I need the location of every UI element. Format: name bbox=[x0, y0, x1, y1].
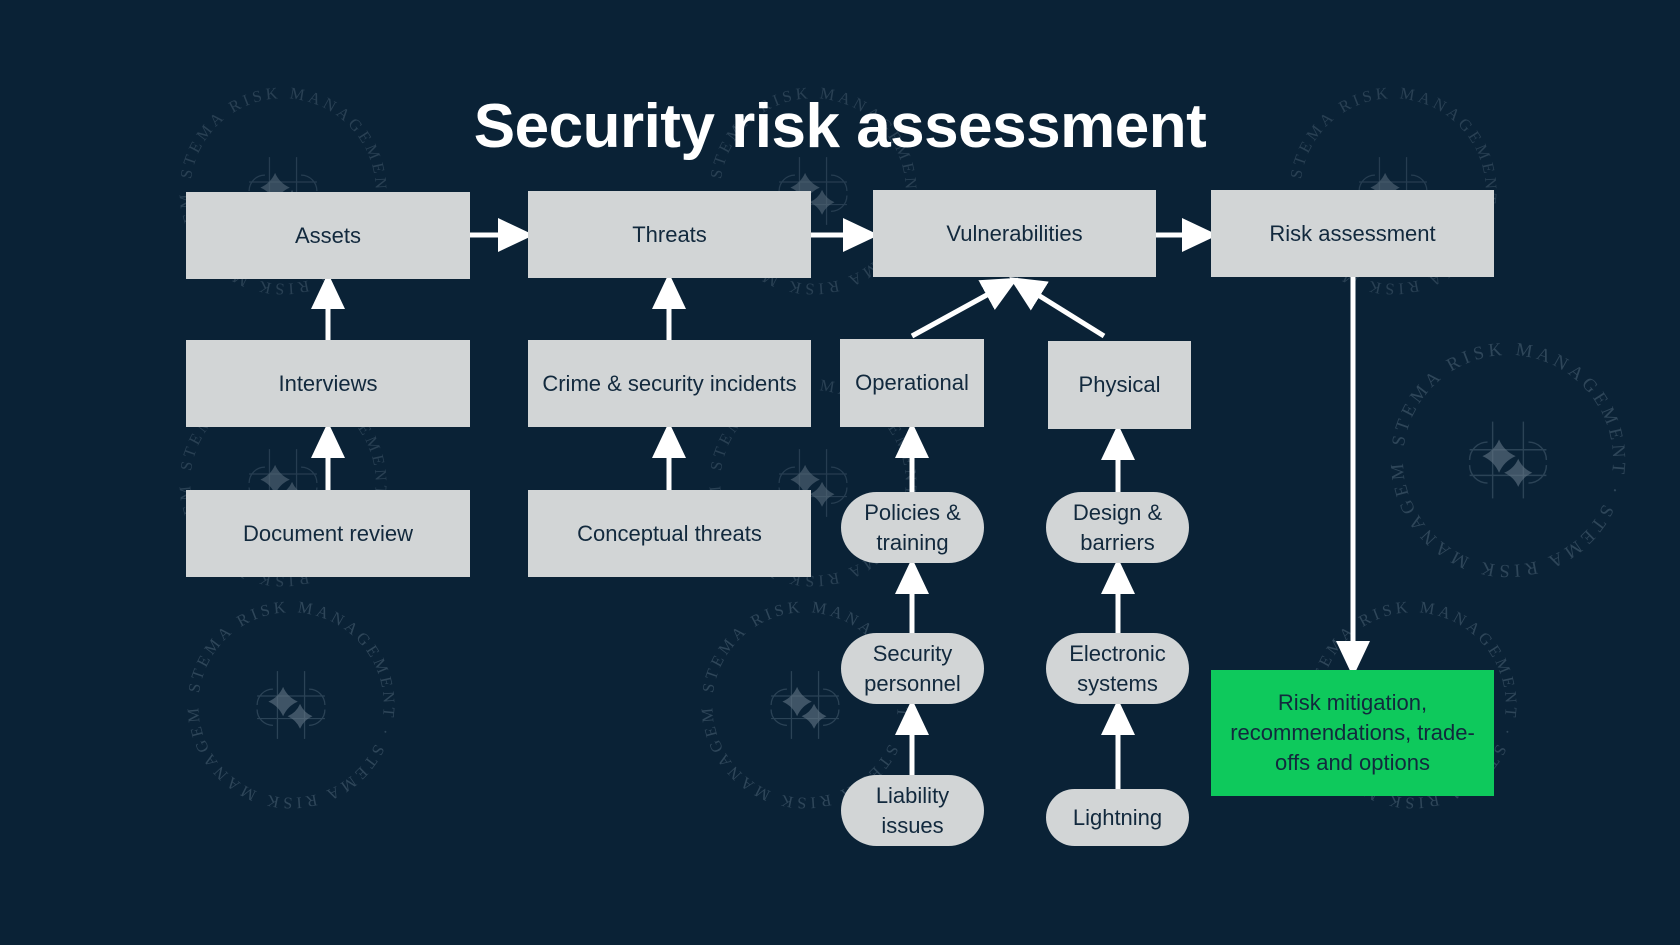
diagram-canvas: STEMA RISK MANAGEMENT · STEMA RISK MANAG… bbox=[0, 0, 1680, 945]
node-interviews-label: Interviews bbox=[278, 370, 378, 396]
node-design-barriers[interactable]: Design & barriers bbox=[1046, 492, 1189, 563]
node-liability-issues[interactable]: Liability issues bbox=[841, 775, 984, 846]
node-operational[interactable]: Operational bbox=[840, 339, 984, 427]
node-document-review[interactable]: Document review bbox=[186, 490, 470, 577]
node-threats-label: Threats bbox=[632, 221, 707, 247]
node-conceptual-threats[interactable]: Conceptual threats bbox=[528, 490, 811, 577]
arrow-operational-to-vulnerabilities bbox=[910, 277, 1019, 339]
node-assets[interactable]: Assets bbox=[186, 192, 470, 279]
node-lightning[interactable]: Lightning bbox=[1046, 789, 1189, 846]
node-risk-assessment-label: Risk assessment bbox=[1269, 220, 1436, 246]
node-design-barriers-label: Design & barriers bbox=[1072, 500, 1163, 555]
node-electronic-systems-label: Electronic systems bbox=[1069, 641, 1166, 696]
node-policies-training[interactable]: Policies & training bbox=[841, 492, 984, 563]
arrow-layer bbox=[311, 218, 1370, 789]
node-crime-security-incidents[interactable]: Crime & security incidents bbox=[528, 340, 811, 427]
node-risk-mitigation[interactable]: Risk mitigation, recommendations, trade-… bbox=[1211, 670, 1494, 796]
node-lightning-label: Lightning bbox=[1072, 804, 1163, 830]
node-vulnerabilities-label: Vulnerabilities bbox=[946, 220, 1083, 246]
node-security-personnel-label: Security personnel bbox=[864, 641, 961, 696]
node-assets-label: Assets bbox=[294, 222, 362, 248]
node-crime-security-incidents-label: Crime & security incidents bbox=[542, 370, 797, 396]
node-security-personnel[interactable]: Security personnel bbox=[841, 633, 984, 704]
arrow-physical-to-vulnerabilities bbox=[1009, 277, 1106, 339]
node-electronic-systems[interactable]: Electronic systems bbox=[1046, 633, 1189, 704]
node-conceptual-threats-label: Conceptual threats bbox=[577, 520, 762, 546]
node-policies-training-label: Policies & training bbox=[864, 500, 961, 555]
node-risk-assessment[interactable]: Risk assessment bbox=[1211, 190, 1494, 277]
node-risk-mitigation-label: Risk mitigation, recommendations, trade-… bbox=[1230, 689, 1475, 776]
node-operational-label: Operational bbox=[855, 370, 969, 396]
node-liability-issues-label: Liability issues bbox=[875, 783, 950, 838]
node-physical[interactable]: Physical bbox=[1048, 341, 1191, 429]
node-document-review-label: Document review bbox=[243, 520, 413, 546]
node-vulnerabilities[interactable]: Vulnerabilities bbox=[873, 190, 1156, 277]
node-physical-label: Physical bbox=[1078, 372, 1161, 398]
node-threats[interactable]: Threats bbox=[528, 191, 811, 278]
node-interviews[interactable]: Interviews bbox=[186, 340, 470, 427]
